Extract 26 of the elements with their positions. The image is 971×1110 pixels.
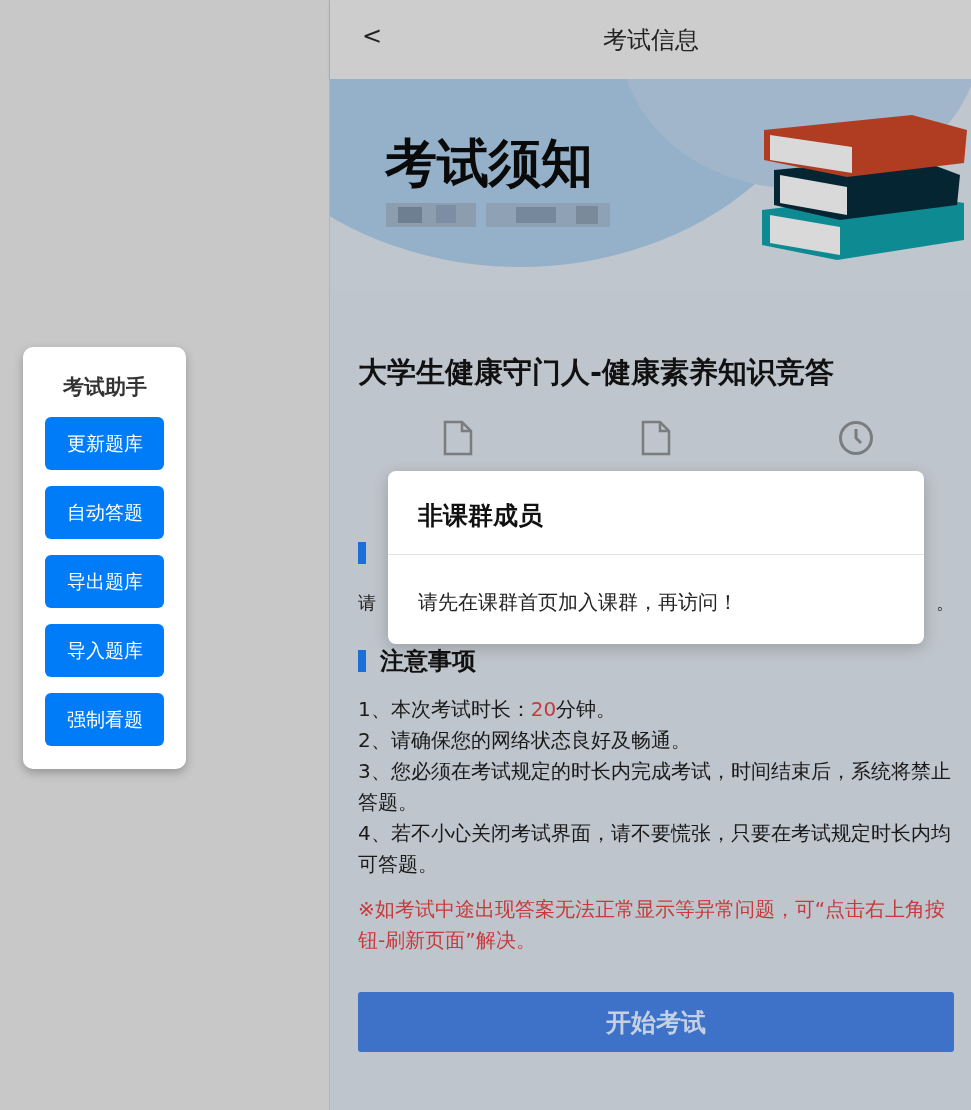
back-button[interactable]: < [362, 22, 383, 50]
page-title: 考试信息 [602, 24, 699, 56]
panel-title: 考试助手 [62, 374, 147, 401]
section-heading: 注意事项 [380, 646, 476, 677]
note-item: 4、若不小心关闭考试界面，请不要慌张，只要在考试规定时长内均可答题。 [358, 820, 952, 878]
paragraph-fragment: 。 [936, 591, 954, 615]
document-icon [443, 420, 473, 456]
dialog-title: 非课群成员 [388, 471, 924, 555]
note-item: 1、本次考试时长：20分钟。 [358, 696, 618, 723]
assistant-button[interactable]: 导出题库 [45, 555, 164, 608]
start-exam-button[interactable]: 开始考试 [358, 992, 954, 1052]
warning-text: ※如考试中途出现答案无法正常显示等异常问题，可“点击右上角按钮-刷新页面”解决。 [358, 896, 947, 954]
banner-title: 考试须知 [385, 132, 593, 195]
dialog-message: 请先在课群首页加入课群，再访问！ [417, 589, 739, 616]
note-item: 3、您必须在考试规定的时长内完成考试，时间结束后，系统将禁止答题。 [358, 758, 952, 816]
paragraph-fragment: 请 [358, 591, 376, 615]
assistant-button[interactable]: 强制看题 [45, 693, 164, 746]
assistant-button[interactable]: 导入题库 [45, 624, 164, 677]
assistant-button[interactable]: 自动答题 [45, 486, 164, 539]
section-marker [358, 542, 366, 564]
assistant-button[interactable]: 更新题库 [45, 417, 164, 470]
document-icon [640, 420, 671, 456]
section-marker [358, 650, 366, 672]
exam-title: 大学生健康守门人-健康素养知识竞答 [358, 354, 836, 391]
clock-icon [838, 420, 874, 456]
note-item: 2、请确保您的网络状态良好及畅通。 [358, 727, 692, 754]
